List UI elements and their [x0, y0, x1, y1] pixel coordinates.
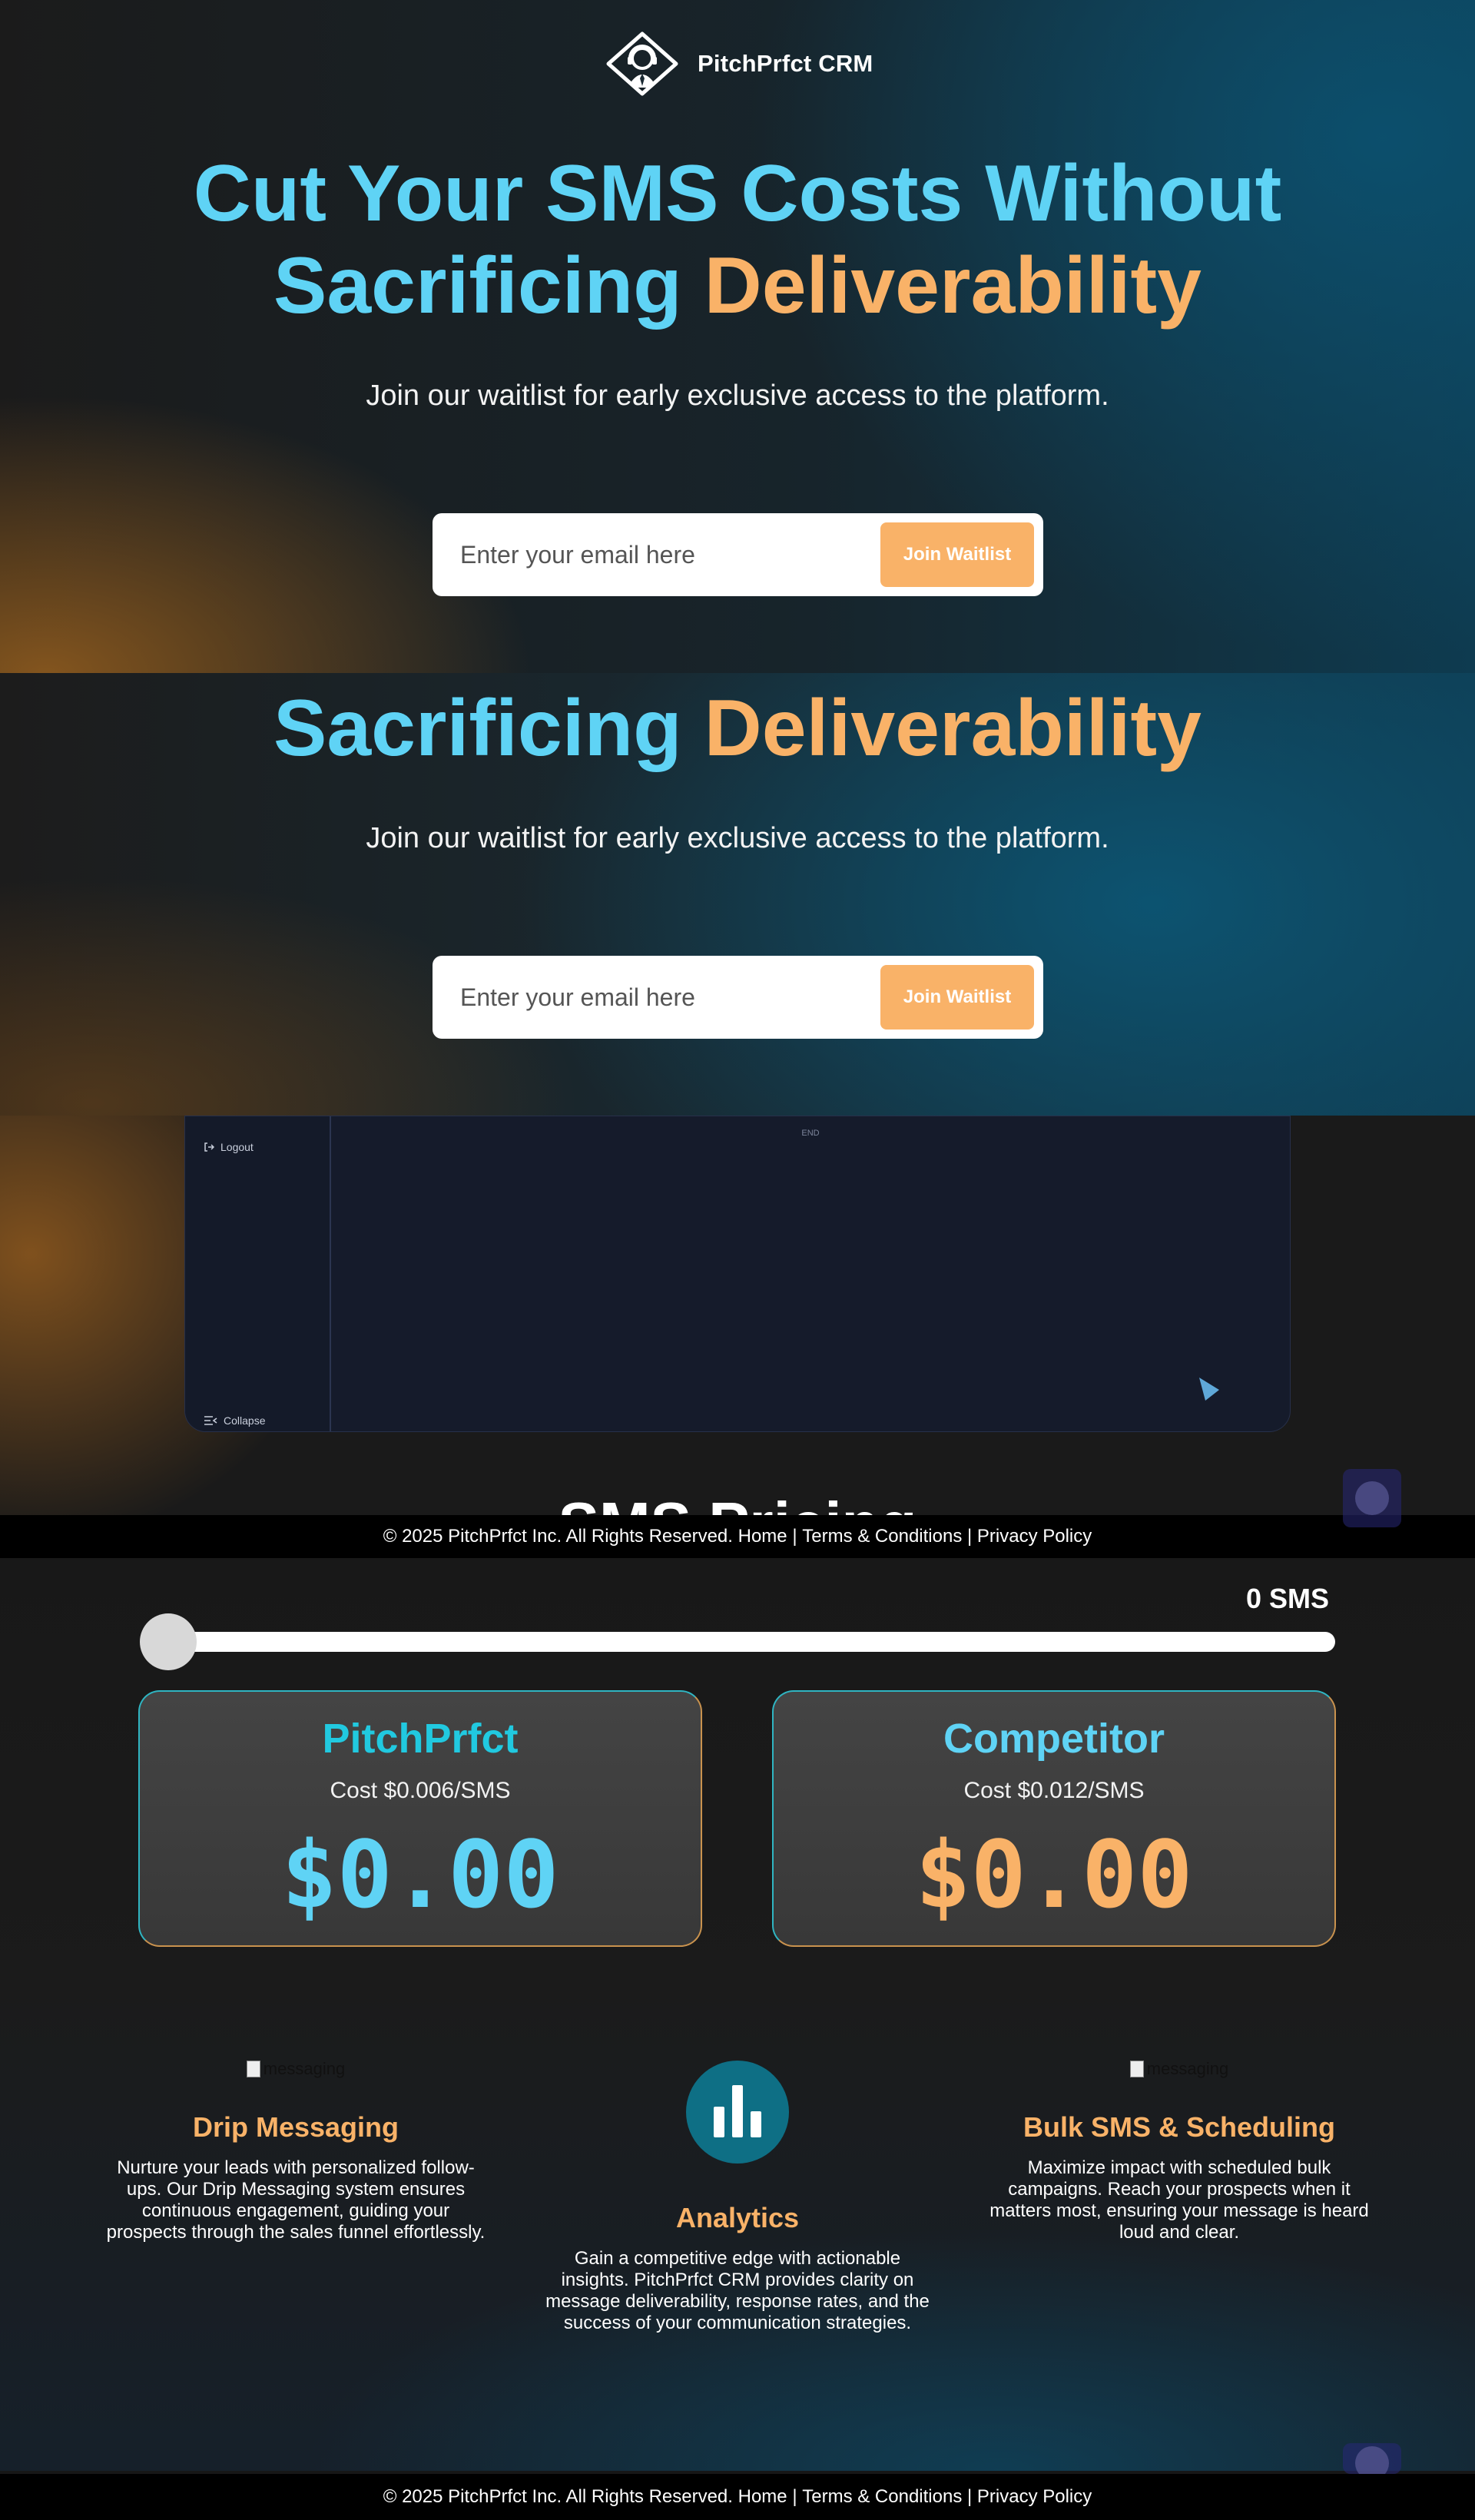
- sms-volume-slider-track[interactable]: [143, 1632, 1335, 1652]
- send-icon[interactable]: [1198, 1376, 1221, 1402]
- hero-headline-line1: Cut Your SMS Costs Without: [193, 149, 1282, 238]
- card-unit-cost: Cost $0.012/SMS: [963, 1778, 1145, 1803]
- join-waitlist-button-repeat[interactable]: Join Waitlist: [880, 965, 1034, 1030]
- collapse-item[interactable]: Collapse: [204, 1414, 265, 1427]
- pitchprfct-price-card: PitchPrfct Cost $0.006/SMS $0.00: [138, 1690, 702, 1947]
- analytics-bar-chart-icon: [686, 2061, 789, 2164]
- sticky-footer: © 2025 PitchPrfct Inc. All Rights Reserv…: [0, 1515, 1475, 1558]
- headline-word-deliverability: Deliverability: [704, 241, 1202, 330]
- brand-name: PitchPrfct CRM: [698, 50, 873, 77]
- waitlist-form-repeat: Join Waitlist: [433, 956, 1043, 1039]
- bulk-sms-image: messaging: [983, 2059, 1375, 2079]
- feature-analytics: Analytics Gain a competitive edge with a…: [542, 2061, 933, 2334]
- hero-section-repeat: Sacrificing Deliverability Join our wait…: [0, 673, 1475, 1116]
- waitlist-form: Join Waitlist: [433, 513, 1043, 596]
- email-input-repeat[interactable]: [460, 983, 880, 1012]
- join-waitlist-button[interactable]: Join Waitlist: [880, 522, 1034, 587]
- broken-image-icon: [246, 2061, 260, 2077]
- image-alt-text: messaging: [1146, 2059, 1229, 2078]
- hero-section: PitchPrfct CRM Cut Your SMS Costs Withou…: [0, 0, 1475, 673]
- headset-agent-logo-icon: [606, 32, 678, 96]
- headline-word-sacrificing: Sacrificing: [273, 684, 682, 773]
- footer-privacy-link[interactable]: Privacy Policy: [977, 1526, 1092, 1547]
- hero-headline-line2-repeat: Sacrificing Deliverability: [0, 682, 1475, 774]
- footer-privacy-link[interactable]: Privacy Policy: [977, 2486, 1092, 2508]
- drip-messaging-image: messaging: [100, 2059, 492, 2079]
- page-footer: © 2025 PitchPrfct Inc. All Rights Reserv…: [0, 2474, 1475, 2520]
- feature-drip-messaging: messaging Drip Messaging Nurture your le…: [100, 2059, 492, 2243]
- brand-logo[interactable]: PitchPrfct CRM: [604, 31, 873, 97]
- dashboard-preview: Logout Collapse END: [184, 1116, 1291, 1432]
- footer-separator: |: [966, 2486, 973, 2507]
- pricing-title: SMS Pricing: [0, 1494, 1475, 1515]
- chat-icon: [1355, 1481, 1389, 1515]
- feature-description: Maximize impact with scheduled bulk camp…: [989, 2157, 1369, 2243]
- card-title: Competitor: [943, 1716, 1165, 1762]
- collapse-icon: [204, 1416, 217, 1425]
- card-unit-cost: Cost $0.006/SMS: [330, 1778, 511, 1803]
- footer-separator: |: [966, 1526, 973, 1547]
- footer-home-link[interactable]: Home: [738, 2486, 787, 2508]
- feature-title: Drip Messaging: [192, 2111, 399, 2143]
- logout-item[interactable]: Logout: [204, 1141, 254, 1153]
- hero-headline-line2: Sacrificing Deliverability: [0, 240, 1475, 332]
- footer-terms-link[interactable]: Terms & Conditions: [802, 2486, 962, 2508]
- feature-title: Analytics: [675, 2202, 800, 2233]
- sms-count-readout: 0 SMS: [1245, 1583, 1329, 1614]
- headline-word-deliverability: Deliverability: [704, 684, 1202, 773]
- hero-subline-repeat: Join our waitlist for early exclusive ac…: [366, 822, 1109, 854]
- footer-separator: |: [792, 1526, 797, 1547]
- headline-word-sacrificing: Sacrificing: [273, 241, 682, 330]
- dashboard-sidebar: Logout Collapse: [185, 1116, 331, 1431]
- competitor-price-card: Competitor Cost $0.012/SMS $0.00: [772, 1690, 1336, 1947]
- broken-image-icon: [1129, 2061, 1144, 2077]
- feature-bulk-sms: messaging Bulk SMS & Scheduling Maximize…: [983, 2059, 1375, 2243]
- card-total-cost: $0.00: [281, 1822, 559, 1929]
- card-title: PitchPrfct: [322, 1716, 519, 1762]
- flow-end-label: END: [801, 1129, 820, 1138]
- feature-description: Gain a competitive edge with actionable …: [545, 2248, 930, 2333]
- collapse-label: Collapse: [224, 1414, 266, 1427]
- footer-separator: |: [792, 2486, 797, 2507]
- chat-widget-button[interactable]: [1343, 2443, 1401, 2480]
- footer-terms-link[interactable]: Terms & Conditions: [802, 1526, 962, 1547]
- feature-title: Bulk SMS & Scheduling: [1023, 2111, 1336, 2143]
- email-input[interactable]: [460, 540, 880, 569]
- footer-copyright: © 2025 PitchPrfct Inc. All Rights Reserv…: [383, 1526, 733, 1547]
- logout-icon: [204, 1142, 214, 1152]
- footer-home-link[interactable]: Home: [738, 1526, 787, 1547]
- logout-label: Logout: [220, 1141, 254, 1153]
- sms-volume-slider-thumb[interactable]: [140, 1613, 197, 1670]
- hero-subline: Join our waitlist for early exclusive ac…: [366, 380, 1109, 412]
- card-total-cost: $0.00: [915, 1822, 1193, 1929]
- footer-copyright: © 2025 PitchPrfct Inc. All Rights Reserv…: [383, 2486, 733, 2507]
- image-alt-text: messaging: [263, 2059, 346, 2078]
- feature-description: Nurture your leads with personalized fol…: [106, 2157, 486, 2243]
- chat-widget-button[interactable]: [1343, 1469, 1401, 1527]
